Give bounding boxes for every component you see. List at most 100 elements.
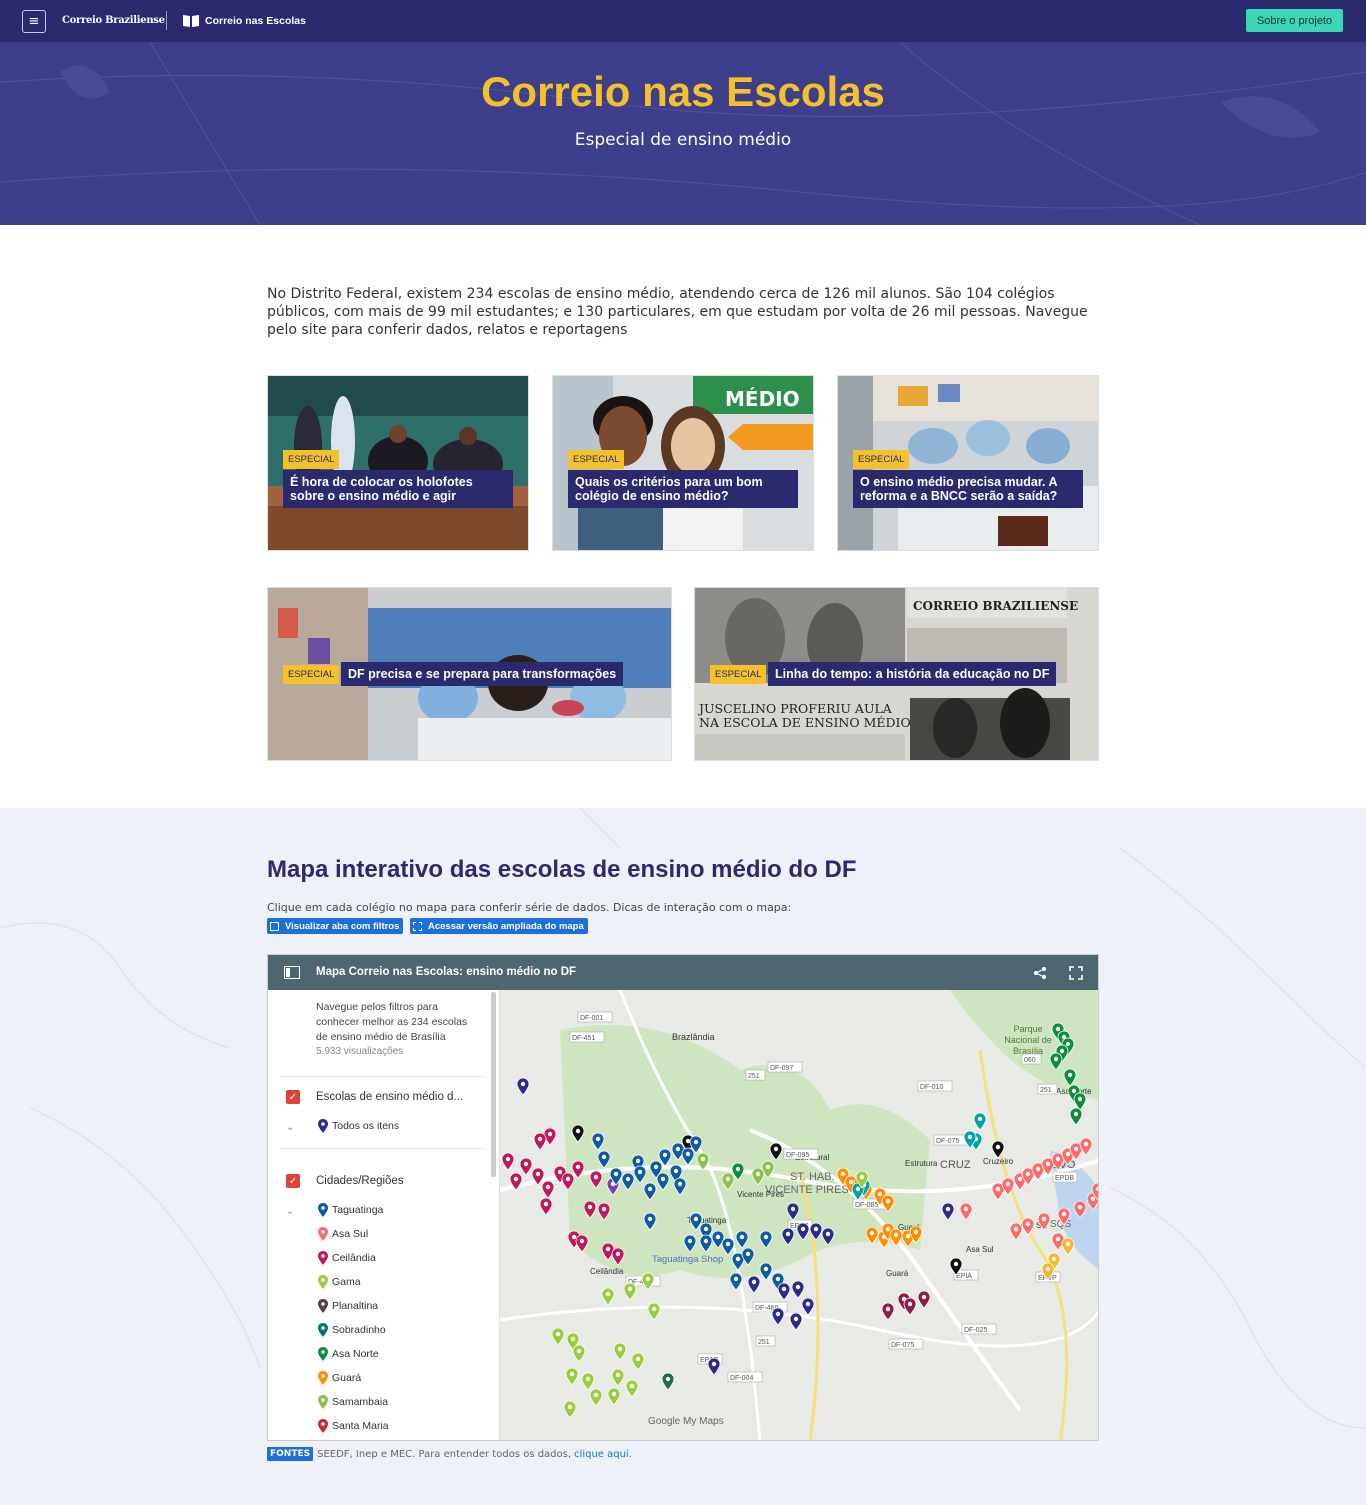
fullscreen-icon[interactable] [1069,966,1083,980]
map-place-label: Asa Sul [966,1245,994,1254]
legend-region-label: Guará [332,1372,362,1384]
legend-region-item[interactable]: Samambaia [318,1395,388,1409]
card-tag: ESPECIAL [283,665,340,684]
map-svg[interactable]: BrazlândiaEstruturalEstruturaCruzeiroCRU… [499,989,1099,1441]
map-legend-panel: Navegue pelos filtros para conhecer melh… [268,990,500,1440]
road-shield: EPDB [1052,1171,1078,1183]
correio-braziliense-logo[interactable]: Correio Braziliense [62,15,165,26]
card-tag: ESPECIAL [710,665,767,684]
svg-text:EPDB: EPDB [1055,1175,1074,1182]
park-label: Parque [1013,1024,1042,1034]
panel-scrollbar[interactable] [491,992,496,1177]
map-pin-icon [318,1119,328,1133]
svg-text:DF-451: DF-451 [572,1035,595,1042]
article-card-transformacoes[interactable]: ESPECIAL DF precisa e se prepara para tr… [267,587,672,761]
share-icon[interactable] [1033,966,1047,980]
legend-region-label: Asa Norte [332,1348,379,1360]
card-tag: ESPECIAL [283,450,340,469]
map-section: Mapa interativo das escolas de ensino mé… [0,808,1366,1505]
legend-region-label: Asa Sul [332,1228,369,1240]
sources-text: SEEDF, Inep e MEC. Para entender todos o… [317,1448,572,1460]
legend-region-item[interactable]: Asa Norte [318,1347,379,1361]
layer-regions-checkbox[interactable]: ✓ [286,1174,300,1188]
view-filters-chip-label: Visualizar aba com filtros [285,920,400,932]
chevron-down-icon[interactable]: ⌄ [286,1206,294,1217]
map-place-label: Google My Maps [648,1416,724,1427]
card-tag: ESPECIAL [853,450,910,469]
legend-region-label: Santa Maria [332,1420,389,1432]
legend-region-item[interactable]: Gama [318,1275,361,1289]
layer-regions-title[interactable]: Cidades/Regiões [316,1175,404,1187]
google-my-maps-embed[interactable]: Mapa Correio nas Escolas: ensino médio n… [267,954,1099,1441]
legend-all-items[interactable]: Todos os itens [318,1119,399,1133]
park-label: Nacional de [1004,1035,1052,1045]
road-shield: DF-095 [783,1148,819,1160]
legend-region-item[interactable]: Sobradinho [318,1323,386,1337]
legend-region-label: Samambaia [332,1396,389,1408]
road-shield: DF-451 [569,1031,605,1043]
road-shield: 251 [755,1335,776,1347]
map-pin-icon [318,1347,328,1361]
newspaper-headline-1: JUSCELINO PROFERIU AULA [697,701,893,716]
about-project-button[interactable]: Sobre o projeto [1246,9,1343,32]
legend-region-item[interactable]: Planaltina [318,1299,378,1313]
sources-link[interactable]: clique aqui. [574,1449,632,1460]
legend-region-item[interactable]: Taguatinga [318,1203,383,1217]
map-embed-title[interactable]: Mapa Correio nas Escolas: ensino médio n… [316,966,576,978]
panel-view-count: 5.933 visualizações [316,1046,404,1057]
road-shield: 060 [1021,1053,1042,1065]
svg-text:DF-095: DF-095 [786,1152,809,1159]
chevron-down-icon[interactable]: ⌄ [286,1122,294,1133]
hamburger-menu-button[interactable]: ≡ [22,10,46,33]
sources-badge: FONTES [267,1447,314,1461]
panel-divider [280,1076,485,1077]
article-card-criterios[interactable]: MÉDIO ESPECIAL Quais os critérios para u… [552,375,814,551]
correio-nas-escolas-logo[interactable]: Correio nas Escolas [205,15,306,27]
legend-region-item[interactable]: Ceilândia [318,1251,376,1265]
map-pin-icon [318,1323,328,1337]
svg-text:DF-075: DF-075 [891,1342,914,1349]
toggle-panel-icon[interactable] [284,966,300,979]
map-pin-icon [318,1227,328,1241]
layer-schools-checkbox[interactable]: ✓ [286,1090,300,1104]
road-shield: DF-004 [727,1371,763,1383]
svg-text:251: 251 [748,1073,760,1080]
road-shield: DF-075 [888,1338,924,1350]
legend-region-item[interactable]: Santa Maria [318,1419,389,1433]
legend-region-label: Sobradinho [332,1324,386,1336]
card-title[interactable]: Linha do tempo: a história da educação n… [768,662,1057,686]
road-shield: DF-025 [961,1323,997,1335]
map-canvas[interactable]: BrazlândiaEstruturalEstruturaCruzeiroCRU… [499,989,1099,1441]
legend-region-label: Planaltina [332,1300,379,1312]
article-card-linha-do-tempo[interactable]: CORREIO BRAZILIENSE JUSCELINO PROFERIU A… [694,587,1099,761]
layer-schools-title[interactable]: Escolas de ensino médio d... [316,1091,463,1103]
legend-region-item[interactable]: Guará [318,1371,361,1385]
map-place-label: Ceilândia [590,1267,624,1276]
hamburger-icon: ≡ [28,14,40,29]
map-embed-header: Mapa Correio nas Escolas: ensino médio n… [268,955,1098,990]
card-title[interactable]: DF precisa e se prepara para transformaç… [341,662,624,686]
svg-text:EPIA: EPIA [956,1273,972,1280]
svg-text:DF-010: DF-010 [920,1084,943,1091]
legend-region-item[interactable]: Asa Sul [318,1227,368,1241]
card-title[interactable]: Quais os critérios para um bom colégio d… [568,470,798,508]
sources-note: FONTES SEEDF, Inep e MEC. Para entender … [267,1447,632,1461]
legend-all-items-label: Todos os itens [332,1120,400,1132]
map-pin-icon [318,1203,328,1217]
map-place-label: CRUZ [940,1159,971,1171]
legend-region-label: Ceilândia [332,1252,376,1264]
view-filters-chip[interactable]: Visualizar aba com filtros [267,918,404,934]
expand-map-chip[interactable]: Acessar versão ampliada do mapa [410,918,588,934]
article-card-reforma-bncc[interactable]: ESPECIAL O ensino médio precisa mudar. A… [837,375,1099,551]
hero-subtitle: Especial de ensino médio [574,130,792,150]
svg-text:251: 251 [758,1339,770,1346]
panel-divider [280,1148,485,1149]
map-pin-icon [318,1395,328,1409]
road-shield: DF-001 [577,1011,613,1023]
card-title[interactable]: É hora de colocar os holofotes sobre o e… [283,470,513,508]
article-card-holofotes[interactable]: ESPECIAL É hora de colocar os holofotes … [267,375,529,551]
svg-text:DF-085: DF-085 [855,1202,878,1209]
hero-banner: Correio nas Escolas Especial de ensino m… [0,42,1366,225]
map-pin-icon [318,1275,328,1289]
card-title[interactable]: O ensino médio precisa mudar. A reforma … [853,470,1083,508]
